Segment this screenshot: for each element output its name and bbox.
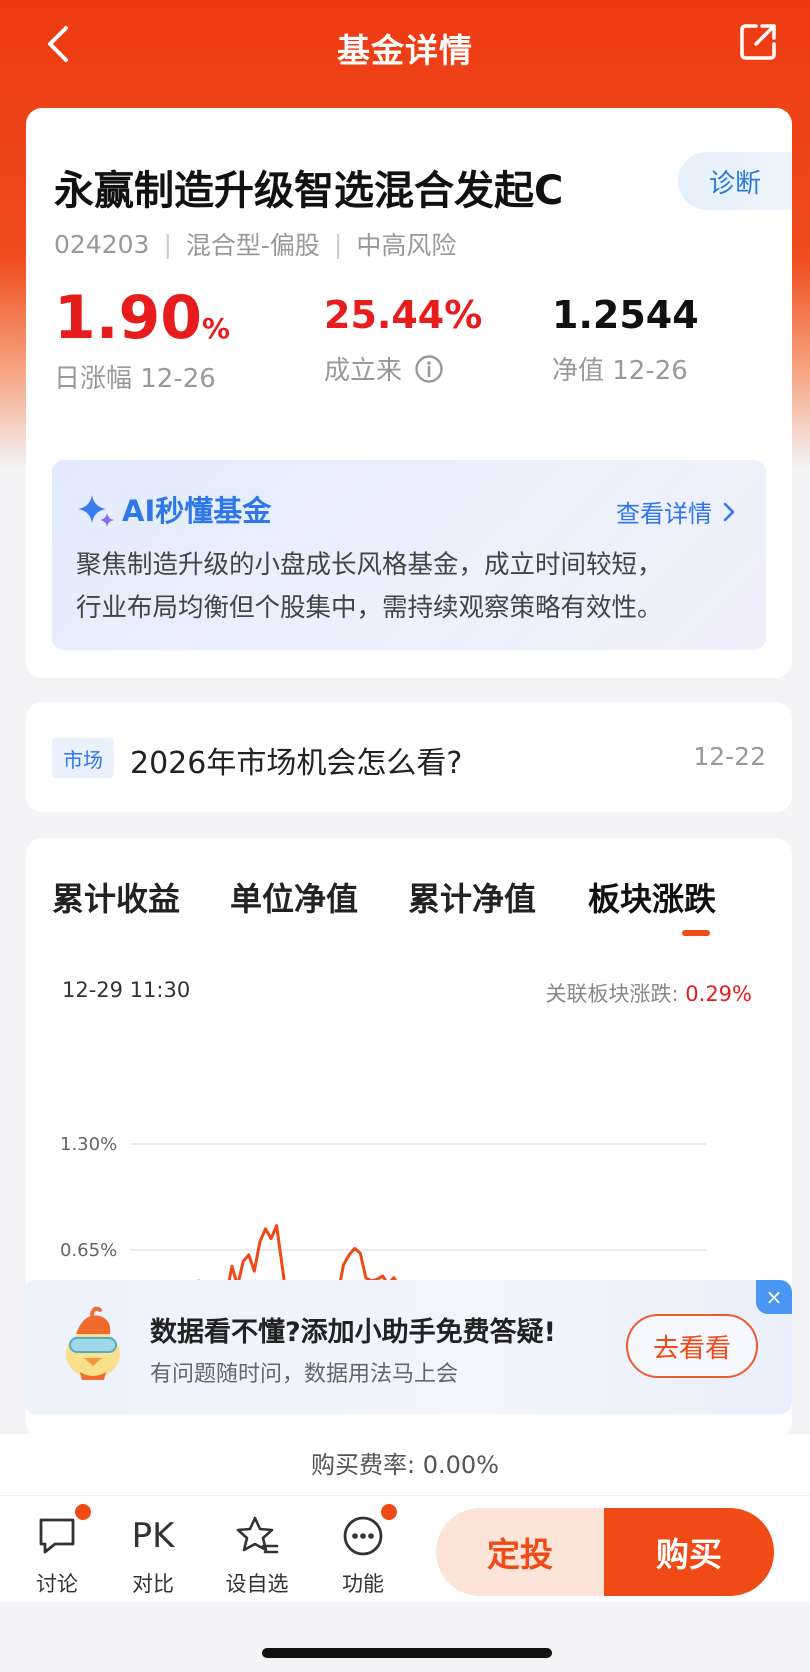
chart-timestamp: 12-29 11:30 [62,978,191,1002]
since-inception-label: 成立来 [324,356,403,386]
chart-tabs: 累计收益 单位净值 累计净值 板块涨跌 [26,874,792,934]
sector-change-value: 0.29% [685,982,752,1006]
since-inception-label-row: 成立来 [324,350,482,387]
more-icon-wrap [341,1502,399,1558]
purchase-fee-rate: 购买费率: 0.00% [0,1434,810,1496]
comment-icon [39,1518,75,1554]
meta-divider: | [333,229,343,259]
pk-icon: PK [131,1516,175,1556]
ai-summary-text: 聚焦制造升级的小盘成长风格基金，成立时间较短， 行业布局均衡但个股集中，需持续观… [76,544,742,630]
news-item[interactable]: 市场 2026年市场机会怎么看? 12-22 [26,702,792,812]
daily-change-number: 1.90 [54,283,203,353]
ai-summary-title: AI秒懂基金 [122,494,272,528]
since-inception-stat: 25.44% 成立来 [324,296,482,387]
y-tick-label: 1.30% [60,1134,117,1155]
buy-button[interactable]: 购买 [604,1508,774,1596]
fund-risk: 中高风险 [356,231,457,260]
daily-change-label: 日涨幅 12-26 [54,364,216,394]
meta-divider: | [163,229,172,259]
share-external-icon[interactable] [736,20,780,64]
ai-view-details-link[interactable]: 查看详情 [616,494,736,529]
star-list-icon [236,1516,279,1554]
tab-cumulative-return[interactable]: 累计收益 [52,874,180,920]
diagnose-button[interactable]: 诊断 [678,152,792,210]
fund-meta: 024203 | 混合型-偏股 | 中高风险 [54,226,456,262]
more-functions-button[interactable]: 功能 [318,1502,408,1598]
news-tag: 市场 [52,738,114,778]
home-indicator[interactable] [262,1648,552,1658]
ai-summary-box[interactable]: AI秒懂基金 查看详情 聚焦制造升级的小盘成长风格基金，成立时间较短， 行业布局… [52,460,766,650]
tab-sector-change[interactable]: 板块涨跌 [588,874,716,920]
sector-change-readout: 关联板块涨跌: 0.29% [546,978,752,1008]
daily-change-value: 1.90% [54,288,230,348]
sparkle-icon [78,495,114,527]
page-title: 基金详情 [337,31,473,70]
sip-button[interactable]: 定投 [436,1508,604,1596]
promo-title: 数据看不懂?添加小助手免费答疑! [150,1317,556,1348]
info-icon[interactable] [414,354,444,384]
compare-label: 对比 [132,1572,174,1596]
notification-dot [379,1502,399,1522]
discuss-label: 讨论 [36,1572,78,1596]
tab-cumulative-nav[interactable]: 累计净值 [408,874,536,920]
sector-change-label: 关联板块涨跌: [545,982,686,1006]
star-icon-wrap [235,1514,279,1558]
assistant-promo-popup[interactable]: 数据看不懂?添加小助手免费答疑! 有问题随时问，数据用法马上会 去看看 × [24,1280,792,1414]
ai-view-details-label: 查看详情 [616,500,712,528]
fund-name: 永赢制造升级智选混合发起C [54,168,564,214]
trade-buttons: 定投 购买 [436,1508,774,1596]
y-tick-label: 0.65% [60,1240,117,1261]
mascot-chick-icon [66,1306,120,1380]
ai-summary-line: 聚焦制造升级的小盘成长风格基金，成立时间较短， [76,550,663,580]
daily-change-unit: % [202,312,231,345]
go-see-button[interactable]: 去看看 [626,1314,758,1378]
functions-label: 功能 [342,1572,384,1596]
fund-summary-card: 永赢制造升级智选混合发起C 诊断 024203 | 混合型-偏股 | 中高风险 … [26,108,792,678]
close-icon[interactable]: × [756,1280,792,1314]
nav-stat: 1.2544 净值 12-26 [552,296,699,387]
fund-category: 混合型-偏股 [185,231,320,260]
watchlist-label: 设自选 [225,1572,289,1596]
news-date: 12-22 [693,742,766,771]
tab-unit-nav[interactable]: 单位净值 [230,874,358,920]
compare-button[interactable]: PK 对比 [108,1514,198,1598]
ai-summary-line: 行业布局均衡但个股集中，需持续观察策略有效性。 [76,593,663,623]
bottom-toolbar: 讨论 PK 对比 设自选 功能 定投 购买 [0,1496,810,1602]
fund-code: 024203 [54,229,150,259]
more-dots-icon [343,1516,383,1556]
since-inception-value: 25.44% [324,293,483,337]
nav-value: 1.2544 [552,293,699,337]
system-home-area [0,1602,810,1672]
nav-label: 净值 12-26 [552,356,688,386]
daily-change-stat: 1.90% 日涨幅 12-26 [54,288,230,395]
notification-dot [73,1502,93,1522]
add-watchlist-button[interactable]: 设自选 [212,1514,302,1598]
active-tab-indicator [682,930,710,936]
news-title: 2026年市场机会怎么看? [130,746,463,781]
discuss-button[interactable]: 讨论 [12,1502,102,1598]
comment-icon-wrap [35,1502,93,1558]
promo-subtitle: 有问题随时问，数据用法马上会 [150,1362,459,1387]
app-header: 基金详情 [0,0,810,92]
ai-summary-title-row: AI秒懂基金 [76,488,271,530]
chevron-right-icon [723,502,735,521]
